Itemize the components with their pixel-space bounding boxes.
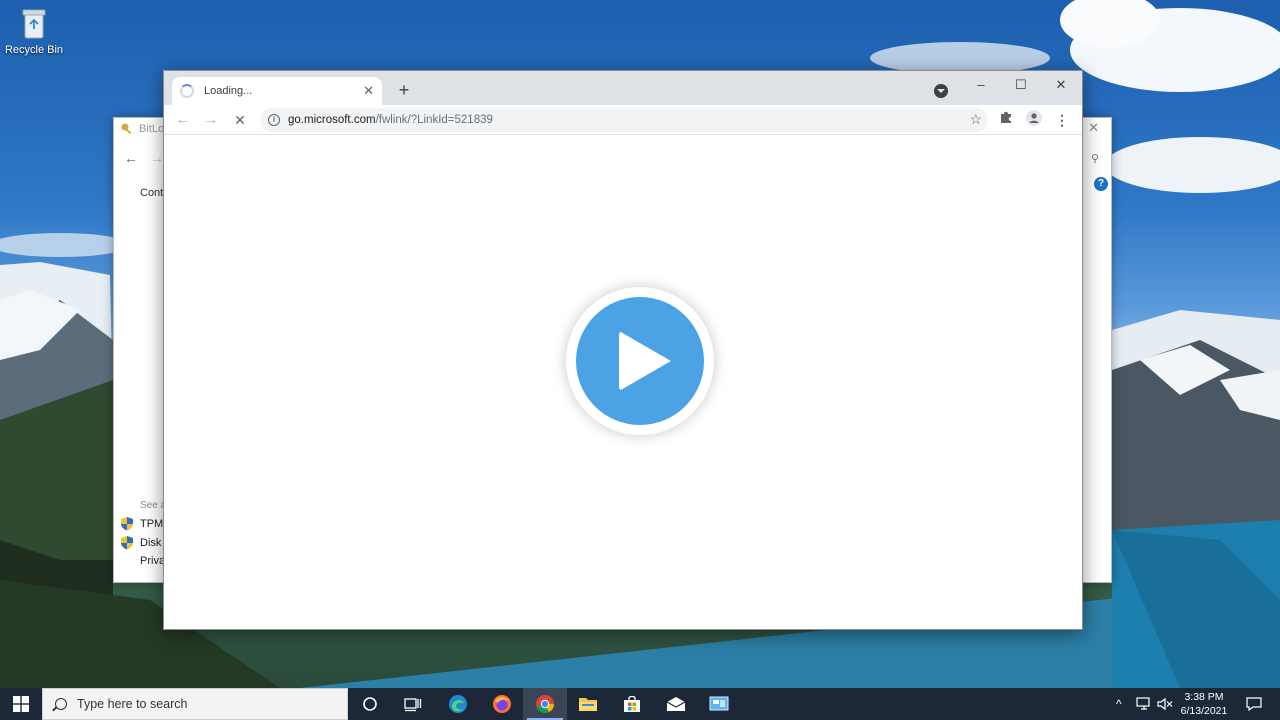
disk-management-link[interactable]: Disk — [120, 535, 161, 550]
store-icon — [624, 695, 640, 712]
url-path: /fwlink/?LinkId=521839 — [375, 114, 493, 126]
cortana-button[interactable] — [348, 688, 392, 720]
start-button[interactable] — [0, 688, 42, 720]
recycle-bin-shortcut[interactable]: Recycle Bin — [4, 6, 64, 56]
uac-shield-icon — [121, 517, 133, 531]
file-explorer-taskbar-button[interactable] — [566, 688, 610, 720]
cortana-circle-icon — [363, 697, 377, 711]
bookmark-star-icon[interactable]: ☆ — [969, 111, 982, 128]
chevron-up-icon: ^ — [1116, 697, 1122, 711]
tab-title: Loading... — [204, 85, 253, 97]
profile-avatar-icon[interactable] — [1024, 110, 1044, 130]
window-title-text: BitLo — [139, 123, 165, 135]
minimize-button[interactable]: – — [968, 75, 994, 95]
taskbar: Type here to search ^ 3:38 PM 6/13/2021 — [0, 688, 1280, 720]
recycle-bin-label: Recycle Bin — [4, 44, 64, 56]
browser-toolbar: ← → ✕ i go.microsoft.com /fwlink/?LinkId… — [164, 105, 1082, 135]
control-panel-icon — [709, 696, 729, 711]
address-bar[interactable]: i go.microsoft.com /fwlink/?LinkId=52183… — [260, 108, 988, 132]
speaker-muted-icon — [1157, 697, 1173, 711]
stop-loading-button[interactable]: ✕ — [230, 110, 250, 130]
notification-icon — [1246, 697, 1262, 711]
mail-icon — [666, 697, 686, 711]
forward-button[interactable]: → — [201, 110, 221, 130]
tab-strip: Loading... ✕ + – ☐ ✕ — [164, 71, 1082, 105]
site-info-icon[interactable]: i — [268, 114, 280, 126]
network-icon — [1136, 697, 1150, 710]
taskbar-search-box[interactable]: Type here to search — [42, 688, 348, 720]
task-view-button[interactable] — [391, 688, 435, 720]
url-host: go.microsoft.com — [288, 114, 376, 126]
tpm-administration-link[interactable]: TPM — [120, 516, 163, 531]
window-title: BitLo — [120, 122, 164, 136]
clock-time: 3:38 PM — [1184, 691, 1224, 703]
tab-search-icon[interactable] — [934, 84, 948, 98]
store-taskbar-button[interactable] — [610, 688, 654, 720]
back-button[interactable]: ← — [173, 110, 193, 130]
bitlocker-key-icon — [121, 123, 132, 135]
folder-icon — [579, 698, 597, 711]
system-clock[interactable]: 3:38 PM 6/13/2021 — [1176, 688, 1232, 720]
uac-shield-icon — [121, 536, 133, 550]
control-panel-home-link[interactable]: Cont — [140, 187, 163, 199]
chrome-icon — [536, 695, 554, 713]
search-icon[interactable]: ⚲ — [1091, 152, 1099, 165]
recycle-bin-icon — [19, 6, 49, 40]
back-arrow-icon[interactable]: ← — [124, 150, 138, 166]
window-close-button[interactable]: ✕ — [1048, 75, 1074, 95]
edge-icon — [449, 695, 467, 713]
maximize-button[interactable]: ☐ — [1008, 75, 1034, 95]
chrome-menu-icon[interactable]: ⋮ — [1052, 110, 1072, 130]
search-placeholder: Type here to search — [77, 697, 188, 711]
loading-spinner-icon — [180, 84, 194, 98]
mail-taskbar-button[interactable] — [654, 688, 698, 720]
tab-loading[interactable]: Loading... ✕ — [172, 77, 382, 105]
privacy-link-label: Priva — [140, 555, 166, 567]
control-panel-taskbar-button[interactable] — [697, 688, 741, 720]
task-view-icon — [404, 698, 422, 712]
new-tab-button[interactable]: + — [394, 80, 414, 100]
privacy-link[interactable]: Priva — [140, 555, 165, 567]
firefox-icon — [493, 695, 511, 713]
extensions-puzzle-icon[interactable] — [996, 110, 1016, 130]
disk-link-label: Disk — [140, 536, 162, 549]
close-icon[interactable]: ✕ — [1088, 120, 1099, 136]
clock-date: 6/13/2021 — [1180, 705, 1228, 717]
edge-taskbar-button[interactable] — [436, 688, 480, 720]
windows-logo-icon — [13, 696, 29, 712]
tpm-link-label: TPM — [140, 517, 164, 530]
firefox-taskbar-button[interactable] — [480, 688, 524, 720]
tray-overflow-chevron[interactable]: ^ — [1116, 688, 1122, 720]
forward-arrow-icon[interactable]: → — [150, 150, 164, 166]
volume-status[interactable] — [1157, 688, 1173, 720]
help-icon[interactable]: ? — [1094, 177, 1108, 191]
tab-close-icon[interactable]: ✕ — [363, 83, 374, 99]
network-status[interactable] — [1136, 688, 1152, 720]
play-button-icon[interactable] — [566, 287, 714, 435]
action-center-button[interactable] — [1238, 688, 1270, 720]
search-icon — [55, 698, 67, 710]
play-triangle — [619, 331, 671, 391]
chrome-taskbar-button[interactable] — [523, 688, 567, 720]
